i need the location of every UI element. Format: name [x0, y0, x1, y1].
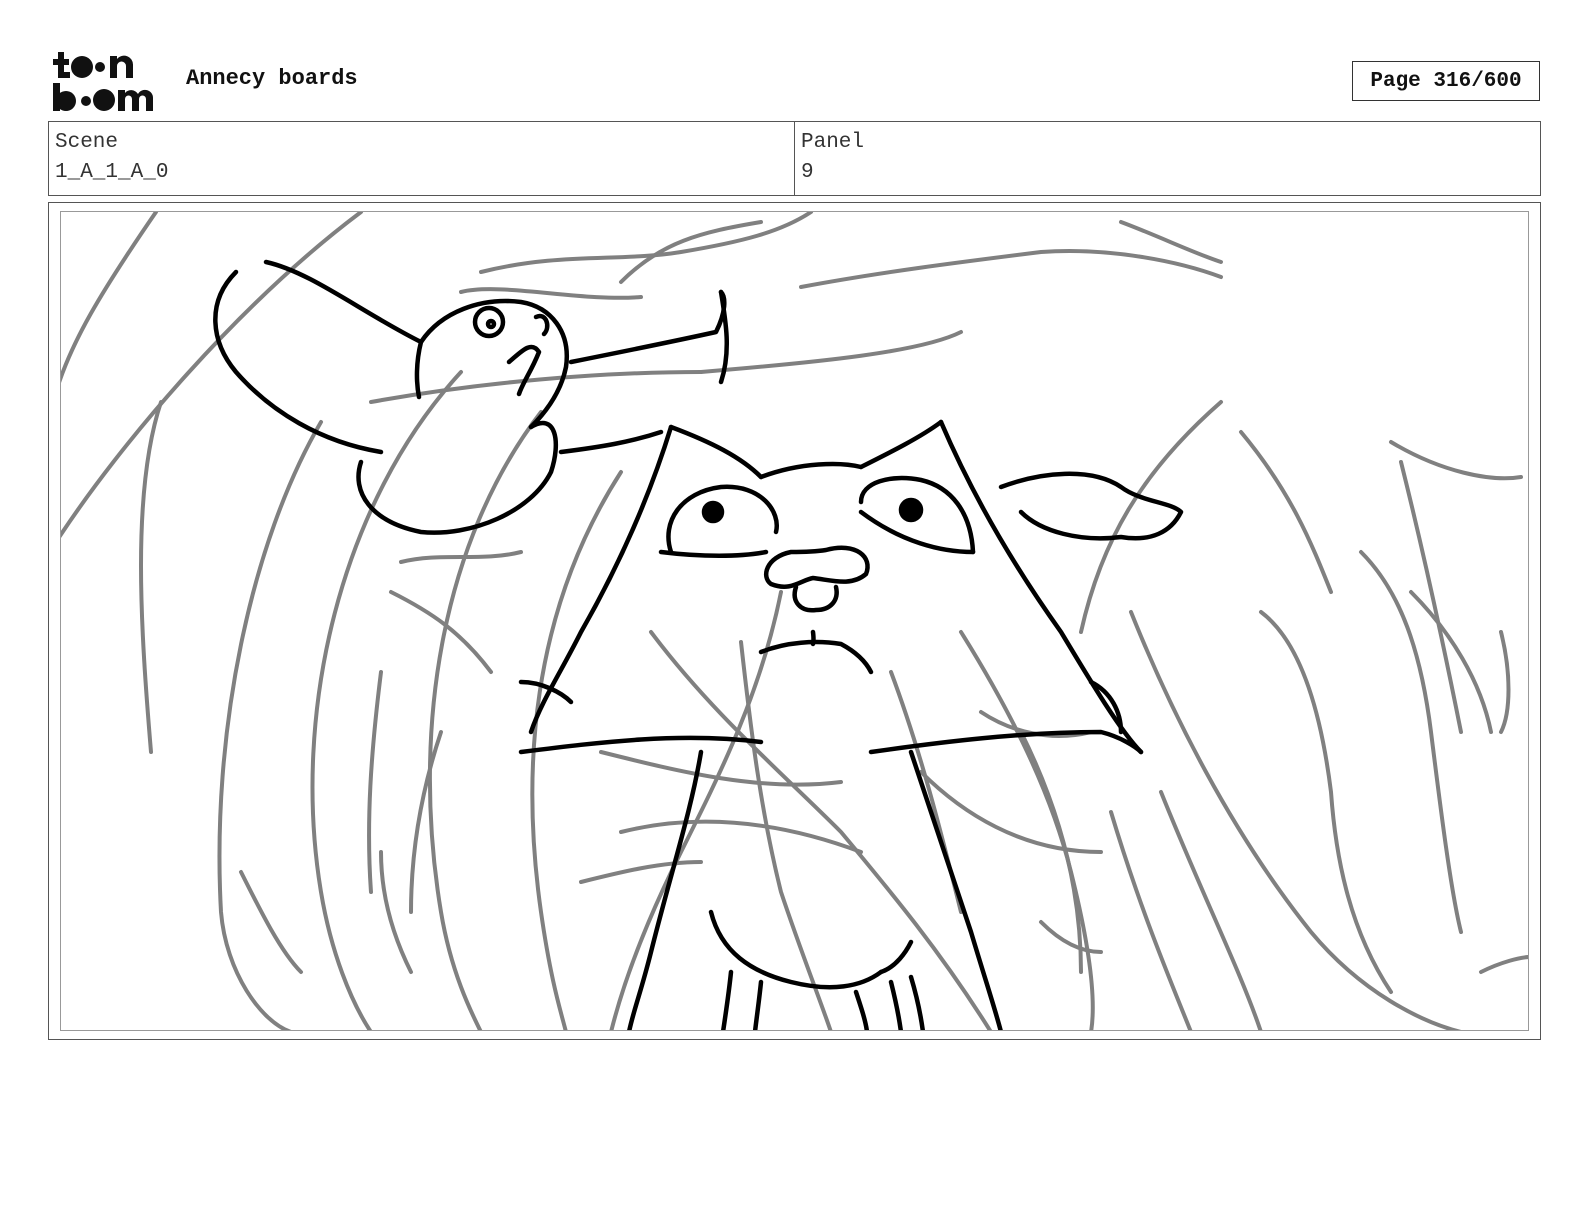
sketch-drawing: [61, 212, 1528, 1030]
character-ink-layer: [518, 419, 1184, 1030]
scene-panel-info: Scene 1_A_1_A_0 Panel 9: [48, 121, 1541, 196]
rough-sketch-layer: [61, 212, 1528, 1030]
toon-boom-logo: [53, 52, 154, 111]
page-number-box: Page 316/600: [1352, 61, 1540, 101]
project-title: Annecy boards: [186, 66, 358, 91]
panel-frame: [48, 202, 1541, 1040]
panel-cell: Panel 9: [794, 122, 1540, 195]
panel-value: 9: [801, 161, 814, 184]
panel-drawing-area: [60, 211, 1529, 1031]
panel-label: Panel: [801, 131, 865, 154]
page-number-label: Page 316/600: [1370, 69, 1522, 93]
scene-label: Scene: [55, 131, 119, 154]
scene-cell: Scene 1_A_1_A_0: [49, 122, 794, 195]
scene-value: 1_A_1_A_0: [55, 161, 169, 184]
